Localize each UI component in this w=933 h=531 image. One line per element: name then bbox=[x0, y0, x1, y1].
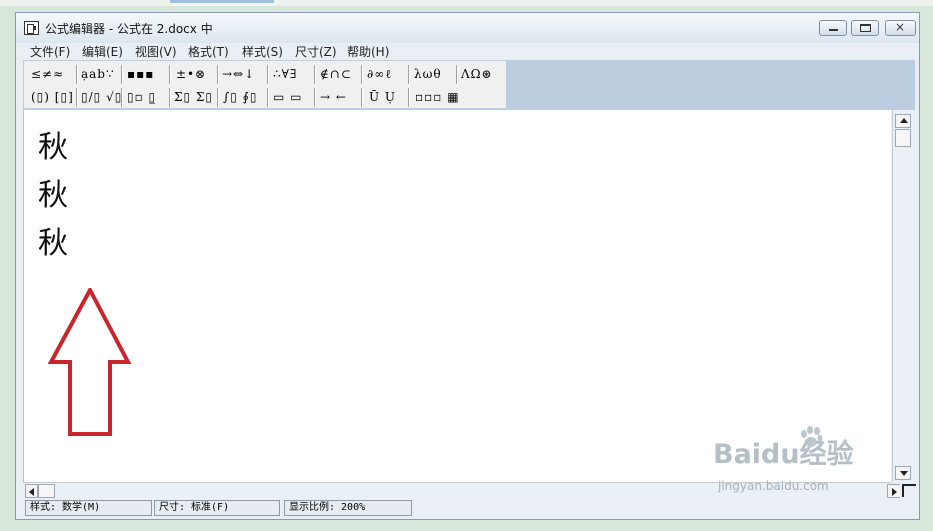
set-theory-palette[interactable]: ∉∩⊂ bbox=[320, 63, 352, 85]
horizontal-scroll-thumb[interactable] bbox=[38, 484, 55, 498]
toolbar-separator bbox=[408, 65, 410, 84]
menu-format[interactable]: 格式(T) bbox=[188, 43, 229, 60]
maximize-button[interactable] bbox=[851, 20, 879, 36]
toolbar-separator bbox=[217, 65, 219, 84]
spaces-ellipses-palette[interactable]: ạab∵ bbox=[81, 63, 115, 85]
arrow-down-icon bbox=[900, 471, 908, 476]
toolbar-separator bbox=[314, 88, 316, 107]
scroll-up-button[interactable] bbox=[895, 114, 911, 128]
equation-line: 秋 bbox=[38, 130, 68, 165]
red-up-arrow-icon bbox=[48, 288, 132, 436]
menu-file[interactable]: 文件(F) bbox=[30, 43, 70, 60]
vertical-scroll-thumb[interactable] bbox=[895, 129, 911, 147]
toolbar-separator bbox=[267, 88, 269, 107]
fence-templates[interactable]: (▯) [▯] bbox=[31, 86, 74, 108]
minimize-icon bbox=[829, 29, 838, 31]
vertical-scrollbar[interactable] bbox=[892, 110, 915, 482]
equation-line: 秋 bbox=[38, 226, 68, 261]
title-bar[interactable]: 公式编辑器 - 公式在 2.docx 中 × bbox=[16, 13, 919, 43]
status-style: 样式: 数学(M) bbox=[25, 500, 152, 516]
watermark-url: jingyan.baidu.com bbox=[718, 479, 829, 493]
maximize-icon bbox=[860, 24, 871, 32]
scroll-down-button[interactable] bbox=[895, 466, 911, 480]
labeled-arrow-templates[interactable]: → ← bbox=[320, 86, 347, 108]
relations-palette[interactable]: ≤≠≈ bbox=[31, 63, 64, 85]
watermark-logo: Baidu经验 bbox=[713, 439, 854, 470]
background-strip bbox=[0, 0, 933, 6]
minimize-button[interactable] bbox=[819, 20, 847, 36]
underbar-overbar-templates[interactable]: ▭ ▭ bbox=[273, 86, 303, 108]
toolbar-separator bbox=[456, 65, 458, 84]
arrow-right-icon bbox=[892, 488, 897, 496]
close-button[interactable]: × bbox=[885, 20, 916, 36]
toolbar-separator bbox=[361, 65, 363, 84]
logical-palette[interactable]: ∴∀∃ bbox=[273, 63, 297, 85]
embellishments-palette[interactable]: ▪▪▪ bbox=[127, 63, 154, 85]
toolbar-panel: ≤≠≈ ạab∵ ▪▪▪ ±•⊗ →⇔↓ ∴∀∃ ∉∩⊂ ∂∞ℓ λωθ ΛΩ⊛ bbox=[24, 61, 506, 108]
toolbar-separator bbox=[361, 88, 363, 107]
integral-templates[interactable]: ∫▯ ∮▯ bbox=[223, 86, 258, 108]
arrows-palette[interactable]: →⇔↓ bbox=[222, 63, 255, 85]
status-size: 尺寸: 标准(F) bbox=[154, 500, 280, 516]
status-bar: 样式: 数学(M) 尺寸: 标准(F) 显示比例: 200% bbox=[23, 500, 915, 518]
window-title: 公式编辑器 - 公式在 2.docx 中 bbox=[45, 22, 213, 36]
menu-size[interactable]: 尺寸(Z) bbox=[295, 43, 337, 60]
menu-view[interactable]: 视图(V) bbox=[135, 43, 177, 60]
menu-edit[interactable]: 编辑(E) bbox=[82, 43, 123, 60]
paw-icon bbox=[801, 426, 823, 447]
scroll-right-button[interactable] bbox=[887, 484, 901, 498]
toolbar-separator bbox=[121, 65, 123, 84]
toolbar-separator bbox=[169, 65, 171, 84]
app-icon bbox=[24, 21, 39, 35]
menu-help[interactable]: 帮助(H) bbox=[347, 43, 389, 60]
arrow-up-icon bbox=[900, 118, 908, 123]
subscript-superscript-templates[interactable]: ▯▫ ▯̲ bbox=[127, 86, 156, 108]
toolbar-separator bbox=[169, 88, 171, 107]
products-set-templates[interactable]: Ū Ụ bbox=[369, 86, 396, 108]
symbol-toolbar: ≤≠≈ ạab∵ ▪▪▪ ±•⊗ →⇔↓ ∴∀∃ ∉∩⊂ ∂∞ℓ λωθ ΛΩ⊛ bbox=[23, 60, 915, 110]
toolbar-separator bbox=[267, 65, 269, 84]
equation-edit-area[interactable]: 秋 秋 秋 bbox=[23, 110, 891, 482]
size-grip-icon[interactable] bbox=[900, 482, 916, 498]
toolbar-separator bbox=[76, 65, 78, 84]
arrow-left-icon bbox=[29, 488, 34, 496]
toolbar-separator bbox=[314, 65, 316, 84]
scroll-left-button[interactable] bbox=[25, 484, 38, 498]
tab-highlight bbox=[170, 0, 274, 3]
menu-style[interactable]: 样式(S) bbox=[242, 43, 283, 60]
close-icon: × bbox=[895, 20, 906, 34]
summation-templates[interactable]: Σ▯ Σ▯ bbox=[174, 86, 213, 108]
greek-lowercase-palette[interactable]: λωθ bbox=[414, 63, 442, 85]
equation-line: 秋 bbox=[38, 178, 68, 213]
fraction-radical-templates[interactable]: ▯/▯ √▯ bbox=[81, 86, 122, 108]
toolbar-separator bbox=[217, 88, 219, 107]
toolbar-separator bbox=[121, 88, 123, 107]
operators-palette[interactable]: ±•⊗ bbox=[176, 63, 206, 85]
toolbar-separator bbox=[76, 88, 78, 107]
matrix-templates[interactable]: ▫▫▫ ▦ bbox=[415, 86, 460, 108]
status-zoom: 显示比例: 200% bbox=[284, 500, 412, 516]
greek-uppercase-palette[interactable]: ΛΩ⊛ bbox=[461, 63, 493, 85]
toolbar-separator bbox=[408, 88, 410, 107]
misc-symbols-palette[interactable]: ∂∞ℓ bbox=[367, 63, 392, 85]
